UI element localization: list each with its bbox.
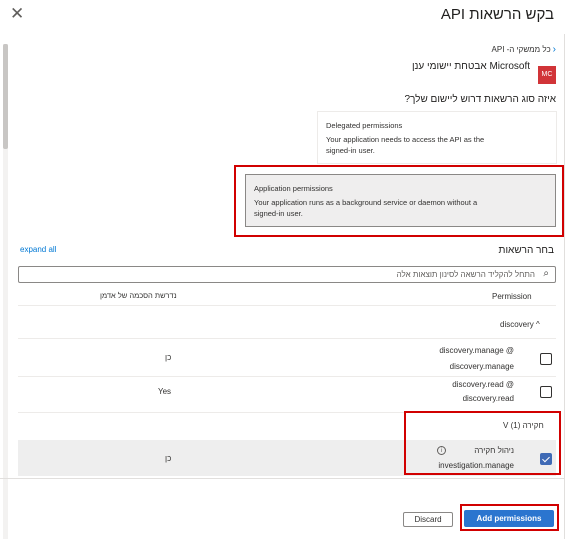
- close-icon[interactable]: ✕: [10, 6, 24, 23]
- permission-value: discovery.manage: [449, 362, 514, 371]
- admin-consent-value: Yes: [158, 387, 172, 396]
- column-header-admin-consent: נדרשת הסכמה של אדמן: [100, 291, 177, 300]
- select-permissions-label: בחר הרשאות: [498, 245, 554, 256]
- scrollbar-thumb[interactable]: [3, 44, 8, 149]
- expand-all-link[interactable]: expand all: [20, 245, 56, 254]
- footer-divider: [0, 478, 564, 479]
- permission-search-input[interactable]: ⌕ התחל להקליד הרשאה לסינון תוצאות אלה: [18, 266, 556, 283]
- highlight-application-card: [234, 165, 564, 237]
- row-divider: [18, 338, 556, 339]
- panel-header: ✕ בקש הרשאות API: [0, 0, 572, 34]
- delegated-desc-line2: signed-in user.: [326, 146, 375, 155]
- panel-divider: [564, 34, 565, 539]
- permission-name: discovery.read @: [452, 380, 514, 389]
- group-discovery-toggle[interactable]: discovery ^: [500, 320, 540, 329]
- admin-consent-value: כן: [165, 353, 172, 362]
- header-divider: [18, 305, 556, 306]
- delegated-desc-line1: Your application needs to access the API…: [326, 135, 485, 144]
- permission-row[interactable]: discovery.manage @ discovery.manage כן: [18, 341, 556, 377]
- highlight-add-button: [460, 504, 559, 531]
- chevron-left-icon: ‹: [552, 44, 556, 55]
- back-to-apis-link[interactable]: ‹כל ממשקי ה- API: [492, 44, 556, 55]
- delegated-description: Your application needs to access the API…: [326, 134, 484, 156]
- api-logo: MC: [538, 66, 556, 84]
- discard-button[interactable]: Discard: [403, 512, 453, 527]
- delegated-title: Delegated permissions: [326, 121, 403, 130]
- permission-row[interactable]: discovery.read @ discovery.read Yes: [18, 376, 556, 412]
- permission-value: discovery.read: [462, 394, 514, 403]
- api-name: Microsoft אבטחת יישומי ענן: [411, 61, 530, 72]
- back-link-label: כל ממשקי ה- API: [491, 45, 551, 54]
- search-placeholder: התחל להקליד הרשאה לסינון תוצאות אלה: [396, 270, 535, 279]
- column-header-permission: Permission: [492, 292, 532, 301]
- search-icon: ⌕: [543, 268, 549, 279]
- highlight-investigation-group: [404, 411, 561, 475]
- permission-type-question: איזה סוג הרשאות דרוש ליישום שלך?: [404, 94, 556, 105]
- panel-title: בקש הרשאות API: [440, 6, 554, 23]
- permission-checkbox[interactable]: [540, 353, 552, 365]
- permission-name: discovery.manage @: [439, 346, 514, 355]
- permission-checkbox[interactable]: [540, 386, 552, 398]
- delegated-permissions-card[interactable]: Delegated permissions Your application n…: [317, 111, 557, 164]
- admin-consent-value: כן: [165, 454, 172, 463]
